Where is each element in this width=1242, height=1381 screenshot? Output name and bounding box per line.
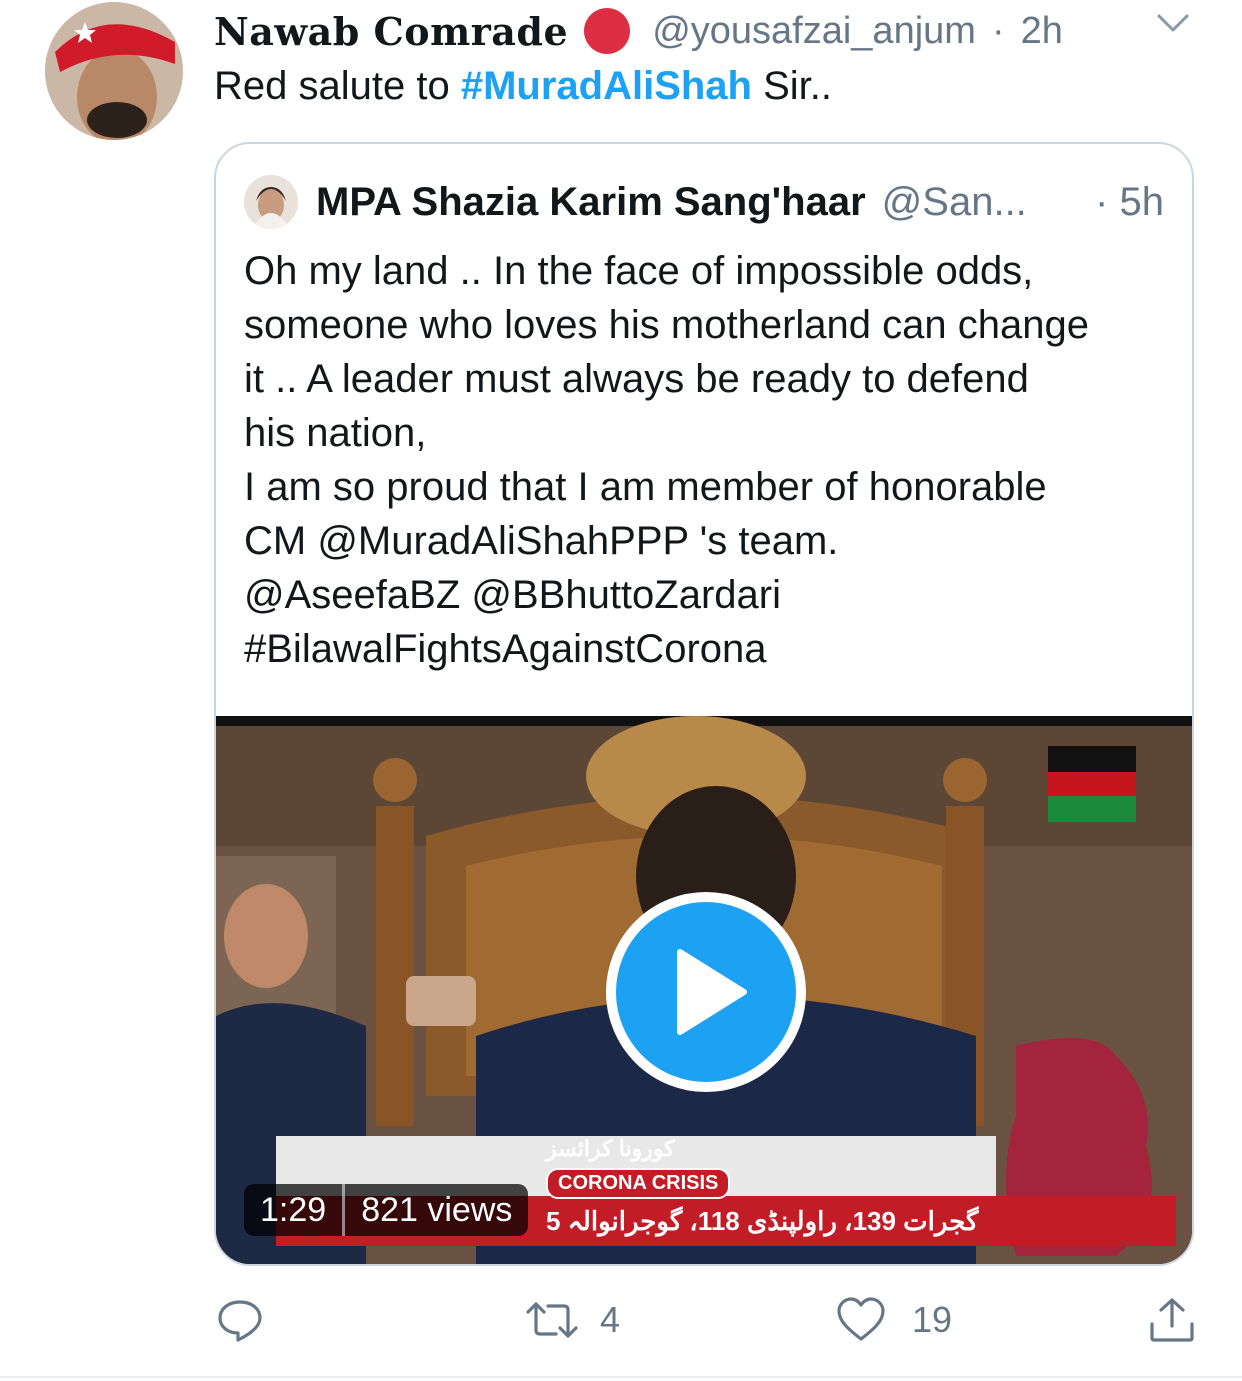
quoted-line: CM @MuradAliShahPPP 's team.: [244, 519, 839, 563]
ticker-urdu-text: کورونا کرائسز: [546, 1136, 675, 1161]
author-name[interactable]: Nawab Comrade: [214, 9, 568, 54]
quoted-line: it .. A leader must always be ready to d…: [244, 357, 1029, 401]
quoted-line: Oh my land .. In the face of impossible …: [244, 249, 1034, 293]
quoted-line: his nation,: [244, 411, 427, 455]
retweet-count: 4: [600, 1299, 621, 1340]
video-views: 821 views: [361, 1190, 513, 1229]
tweet-action-bar: 4 19: [0, 1296, 1242, 1352]
share-icon: [1150, 1298, 1194, 1342]
tweet-text: Red salute to #MuradAliShah Sir..: [214, 64, 832, 109]
quoted-line: @AseefaBZ @BBhuttoZardari: [244, 573, 781, 617]
video-info-badge: 1:29 821 views: [244, 1184, 529, 1236]
retweet-icon: [526, 1302, 578, 1338]
play-button[interactable]: [606, 892, 806, 1092]
quoted-tweet-card[interactable]: MPA Shazia Karim Sang'haar @San... · 5h …: [214, 142, 1194, 1266]
retweet-button[interactable]: 4: [524, 1296, 620, 1344]
like-button[interactable]: 19: [836, 1296, 952, 1344]
quoted-header: MPA Shazia Karim Sang'haar @San...: [244, 174, 1027, 230]
header-separator: ·: [991, 9, 1005, 52]
red-circle-emoji-icon: [584, 8, 631, 54]
play-icon: [677, 949, 747, 1035]
quoted-author-name[interactable]: MPA Shazia Karim Sang'haar: [316, 180, 866, 225]
author-handle[interactable]: @yousafzai_anjum: [652, 10, 976, 53]
quoted-time[interactable]: · 5h: [1095, 180, 1164, 225]
heart-icon: [837, 1297, 885, 1341]
tweet-header: Nawab Comrade @yousafzai_anjum · 2h: [214, 6, 1063, 56]
chevron-down-icon[interactable]: [1156, 12, 1190, 34]
hashtag-link[interactable]: #MuradAliShah: [461, 64, 752, 108]
ticker-numbers: گجرات 139، راولپنڈی 118، گوجرانوالہ 5: [546, 1206, 979, 1236]
quoted-time-value: 5h: [1119, 180, 1165, 224]
quoted-author-avatar[interactable]: [244, 175, 298, 229]
tweet-text-before: Red salute to: [214, 64, 461, 108]
quoted-separator: ·: [1095, 180, 1109, 224]
share-button[interactable]: [1148, 1296, 1196, 1344]
quoted-line: #BilawalFightsAgainstCorona: [244, 627, 767, 671]
divider: [0, 1376, 1242, 1378]
quoted-line: I am so proud that I am member of honora…: [244, 465, 1047, 509]
author-avatar[interactable]: [45, 2, 183, 140]
quoted-author-handle[interactable]: @San...: [882, 180, 1027, 225]
reply-icon: [218, 1300, 262, 1342]
tweet-time[interactable]: 2h: [1021, 10, 1063, 53]
quoted-line: someone who loves his motherland can cha…: [244, 303, 1089, 347]
video-duration: 1:29: [260, 1190, 327, 1229]
tweet-text-after: Sir..: [751, 64, 833, 108]
quoted-text: Oh my land .. In the face of impossible …: [244, 244, 1174, 676]
ticker-label: CORONA CRISIS: [546, 1168, 731, 1199]
reply-button[interactable]: [216, 1296, 264, 1344]
video-player[interactable]: کورونا کرائسز CORONA CRISIS گجرات 139، ر…: [216, 716, 1192, 1264]
like-count: 19: [912, 1299, 953, 1340]
